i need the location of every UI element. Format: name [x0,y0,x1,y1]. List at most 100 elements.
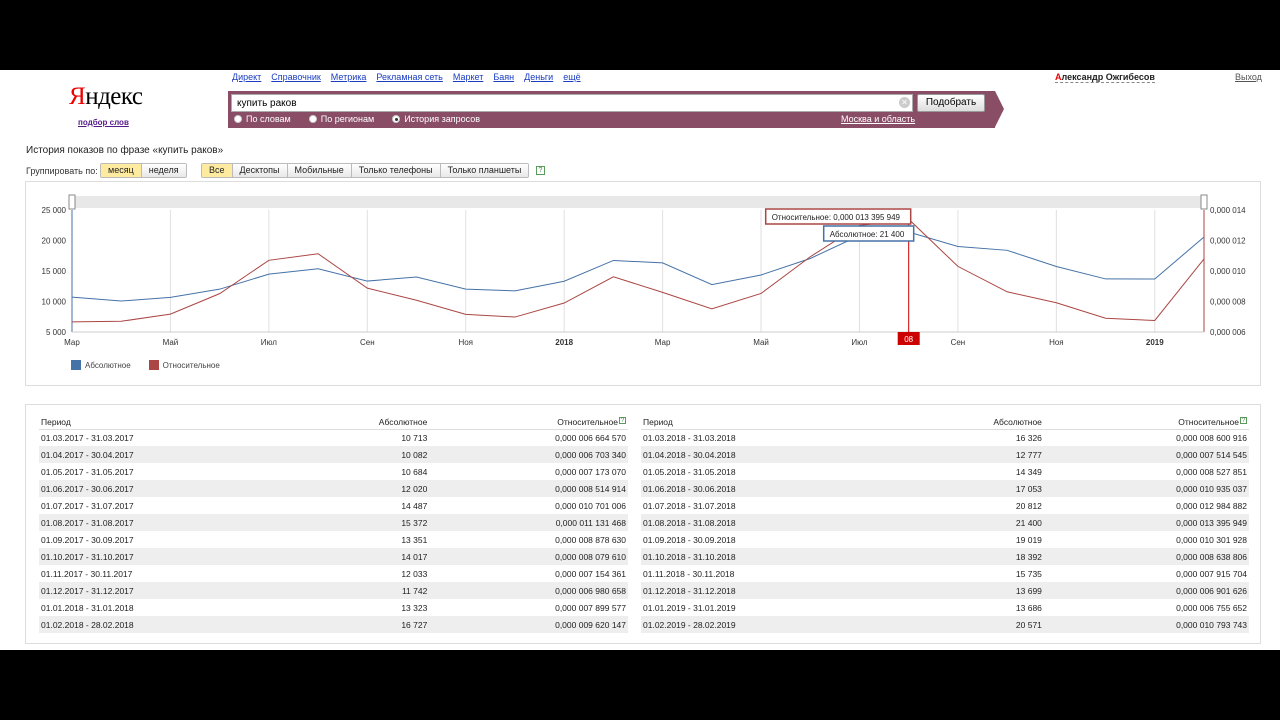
cell-period: 01.08.2017 - 31.08.2017 [39,514,290,531]
radio-by-regions[interactable]: По регионам [308,114,374,124]
service-link[interactable]: Деньги [524,72,553,82]
cell-absolute: 18 392 [900,548,1044,565]
table-row: 01.12.2017 - 31.12.2017 11 742 0,000 006 9… [39,582,628,599]
group-label: Группировать по: [26,166,98,176]
y-left-tick-label: 15 000 [42,267,67,276]
search-button[interactable]: Подобрать [917,94,985,112]
device-toggle: Все Десктопы Мобильные Только телефоны Т… [201,163,530,178]
help-icon[interactable]: ? [619,416,626,424]
cell-relative: 0,000 010 793 743 [1043,616,1249,633]
y-right-tick-label: 0,000 012 [1210,237,1246,246]
radio-by-words[interactable]: По словам [234,114,291,124]
col-period: Период [641,415,901,430]
device-mobile-button[interactable]: Мобильные [287,164,352,177]
cell-absolute: 21 400 [900,514,1044,531]
cell-relative: 0,000 012 984 882 [1176,500,1247,511]
cell-relative: 0,000 008 600 916 [1176,432,1247,443]
service-link[interactable]: Рекламная сеть [376,72,442,82]
cell-absolute: 10 082 [290,446,430,463]
legend-swatch [71,360,81,370]
table-row: 01.01.2018 - 31.01.2018 13 323 0,000 007 8… [39,599,628,616]
period-toggle: месяц неделя [100,163,187,178]
table-row: 01.05.2018 - 31.05.2018 14 349 0,000 008 5… [641,463,1249,480]
y-left-tick-label: 10 000 [42,298,67,307]
cell-relative: 0,000 007 154 361 [555,568,626,579]
period-month-button[interactable]: месяц [101,164,142,177]
table-row: 01.10.2018 - 31.10.2018 18 392 0,000 008 6… [641,548,1249,565]
y-right-tick-label: 0,000 014 [1210,206,1246,215]
table-row: 01.06.2017 - 30.06.2017 12 020 0,000 008 5… [39,480,628,497]
search-input[interactable]: купить раков [231,94,913,112]
cell-relative: 0,000 006 703 340 [429,446,628,463]
cell-period: 01.01.2019 - 31.01.2019 [643,602,736,613]
service-link[interactable]: Маркет [453,72,483,82]
service-link[interactable]: ещё [563,72,580,82]
x-tick-label: Июл [261,338,278,347]
cell-absolute: 15 735 [1015,568,1042,579]
cell-period: 01.03.2017 - 31.03.2017 [41,432,134,443]
cell-absolute: 19 019 [1015,534,1042,545]
user-name[interactable]: Александр Ожгибесов [1055,72,1155,83]
legend-item-relative[interactable]: Относительное [148,360,220,370]
service-link[interactable]: Справочник [271,72,321,82]
region-link[interactable]: Москва и область [841,114,915,124]
service-link[interactable]: Метрика [331,72,367,82]
search-mode-radios: По словам По регионам История запросов [234,114,480,124]
period-week-button[interactable]: неделя [141,164,186,177]
col-absolute: Абсолютное [290,415,430,430]
history-table-box: Период Абсолютное Относительное? 01.03.2… [25,404,1261,644]
logout-link[interactable]: Выход [1235,72,1262,82]
device-desktop-button[interactable]: Десктопы [232,164,288,177]
logo-rest: ндекс [85,83,143,110]
service-link[interactable]: Директ [232,72,261,82]
cell-period: 01.05.2018 - 31.05.2018 [643,466,736,477]
cell-absolute: 14 349 [1015,466,1042,477]
device-all-button[interactable]: Все [202,164,233,177]
cell-period: 01.12.2017 - 31.12.2017 [39,582,290,599]
cell-absolute: 13 699 [900,582,1044,599]
table-row: 01.11.2017 - 30.11.2017 12 033 0,000 007 1… [39,565,628,582]
cell-relative: 0,000 007 915 704 [1176,568,1247,579]
cell-relative: 0,000 013 395 949 [1043,514,1249,531]
services-nav: Директ Справочник Метрика Рекламная сеть… [232,72,581,82]
table-row: 01.09.2017 - 30.09.2017 13 351 0,000 008 8… [39,531,628,548]
yandex-logo[interactable]: Яндекс [69,84,143,109]
legend-label: Относительное [162,360,220,370]
cell-absolute: 14 017 [290,548,430,565]
radio-label: История запросов [404,114,480,124]
table-row: 01.10.2017 - 31.10.2017 14 017 0,000 008 0… [39,548,628,565]
cell-absolute: 13 351 [401,534,428,545]
cell-period: 01.11.2018 - 30.11.2018 [643,568,735,579]
legend-swatch [148,360,159,370]
tooltip-relative: Относительное: 0,000 013 395 949 [772,213,901,222]
table-row: 01.07.2017 - 31.07.2017 14 487 0,000 010 7… [39,497,628,514]
wordstat-link[interactable]: подбор слов [78,118,129,127]
cell-relative: 0,000 006 980 658 [429,582,628,599]
cell-relative: 0,000 010 301 928 [1176,534,1247,545]
x-tick-label: Сен [951,338,966,347]
chart-legend: Абсолютное Относительное [71,360,220,370]
table-row: 01.07.2018 - 31.07.2018 20 812 0,000 012 9… [641,497,1249,514]
table-row: 01.12.2018 - 31.12.2018 13 699 0,000 006 9… [641,582,1249,599]
cell-relative: 0,000 008 878 630 [555,534,626,545]
navigator-handle-right [1200,194,1208,210]
page-title: История показов по фразе «купить раков» [26,145,224,156]
series-line-absolute [71,231,1205,302]
y-left-tick-label: 20 000 [42,237,67,246]
cell-absolute: 10 713 [401,432,428,443]
help-icon[interactable]: ? [536,166,545,175]
clear-icon[interactable]: ✕ [899,97,910,108]
cell-absolute: 13 323 [401,602,428,613]
cell-relative: 0,000 008 079 610 [429,548,628,565]
cell-absolute: 12 777 [900,446,1044,463]
radio-selected-icon [392,115,401,123]
device-tablets-button[interactable]: Только планшеты [440,164,529,177]
legend-item-absolute[interactable]: Абсолютное [71,360,131,370]
help-icon[interactable]: ? [1240,416,1247,424]
cell-period: 01.11.2017 - 30.11.2017 [41,568,133,579]
device-phones-button[interactable]: Только телефоны [351,164,441,177]
service-link[interactable]: Баян [493,72,514,82]
radio-history[interactable]: История запросов [392,114,480,124]
table-row: 01.09.2018 - 30.09.2018 19 019 0,000 010 3… [641,531,1249,548]
logo-first-letter: Я [69,83,86,110]
